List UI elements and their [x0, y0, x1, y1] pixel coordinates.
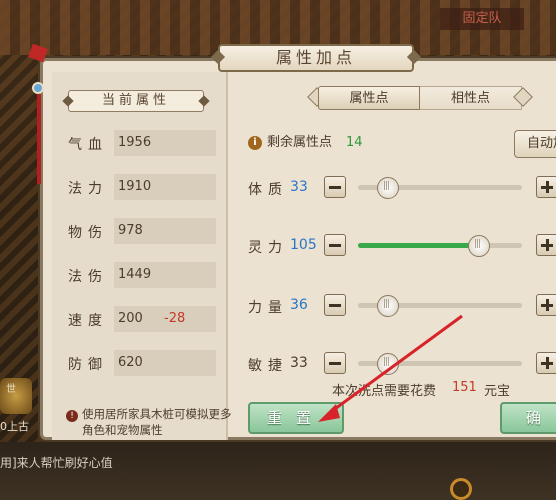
stat-row: 速度 200 -28 — [68, 306, 220, 332]
plus-button[interactable] — [536, 294, 556, 316]
hint-text: 使用居所家具木桩可模拟更多角色和宠物属性 — [82, 407, 232, 437]
attribute-value: 33 — [290, 179, 308, 195]
attribute-label: 灵力 — [248, 240, 288, 256]
attribute-slider[interactable] — [358, 235, 522, 257]
left-avatar-label: 世 — [6, 384, 16, 395]
attribute-row: 力量 36 — [248, 294, 556, 318]
slider-fill — [358, 243, 479, 248]
stat-row: 法伤 1449 — [68, 262, 220, 288]
stat-label: 法伤 — [68, 269, 108, 285]
current-attributes-column — [52, 72, 228, 440]
attribute-slider[interactable] — [358, 353, 522, 375]
stat-value: 1449 — [114, 262, 216, 288]
attribute-row: 灵力 105 — [248, 234, 556, 258]
attribute-value: 36 — [290, 297, 308, 313]
minus-button[interactable] — [324, 294, 346, 316]
left-avatar-icon[interactable] — [0, 378, 32, 414]
info-icon[interactable]: i — [248, 136, 262, 150]
slider-thumb[interactable] — [377, 177, 399, 199]
attribute-slider[interactable] — [358, 177, 522, 199]
cost-value: 151 — [452, 380, 477, 395]
warning-icon: ! — [66, 410, 78, 422]
attribute-label: 体质 — [248, 182, 288, 198]
stat-row: 气血 1956 — [68, 130, 220, 156]
stat-label: 防御 — [68, 357, 108, 373]
reset-button[interactable]: 重置 — [248, 402, 344, 434]
auto-assign-button[interactable]: 自动加 — [514, 130, 556, 158]
remaining-points-label: 剩余属性点 — [267, 135, 333, 150]
attribute-slider[interactable] — [358, 295, 522, 317]
cost-unit: 元宝 — [484, 384, 511, 399]
confirm-button[interactable]: 确 — [500, 402, 556, 434]
minus-button[interactable] — [324, 352, 346, 374]
attribute-label: 敏捷 — [248, 358, 288, 374]
chat-message: 用]来人帮忙刷好心值 — [0, 456, 113, 470]
attribute-row: 敏捷 33 — [248, 352, 556, 376]
stat-value: 620 — [114, 350, 216, 376]
stat-label: 气血 — [68, 137, 108, 153]
stat-row: 防御 620 — [68, 350, 220, 376]
team-label[interactable]: 固定队 — [440, 8, 524, 30]
plus-button[interactable] — [536, 234, 556, 256]
left-side-text: 0上古 — [0, 420, 29, 433]
plus-button[interactable] — [536, 352, 556, 374]
attribute-label: 力量 — [248, 300, 288, 316]
minus-button[interactable] — [324, 234, 346, 256]
stat-row: 法力 1910 — [68, 174, 220, 200]
attribute-row: 体质 33 — [248, 176, 556, 200]
stat-delta: -28 — [164, 311, 186, 326]
stat-value: 1910 — [114, 174, 216, 200]
slider-thumb[interactable] — [377, 295, 399, 317]
cost-label: 本次洗点需要花费 — [332, 384, 437, 399]
stat-value: 1956 — [114, 130, 216, 156]
minus-button[interactable] — [324, 176, 346, 198]
stat-label: 速度 — [68, 313, 108, 329]
slider-thumb[interactable] — [377, 353, 399, 375]
slider-thumb[interactable] — [468, 235, 490, 257]
tab-affinity-points[interactable]: 相性点 — [420, 86, 522, 110]
bottom-ring-button[interactable] — [450, 478, 472, 500]
remaining-points-value: 14 — [346, 135, 363, 150]
attribute-value: 33 — [290, 355, 308, 371]
panel-title: 属性加点 — [218, 44, 414, 72]
stat-row: 物伤 978 — [68, 218, 220, 244]
attribute-value: 105 — [290, 237, 317, 253]
plus-button[interactable] — [536, 176, 556, 198]
tab-bar: 属性点 相性点 — [307, 86, 533, 110]
tassel-ornament-icon — [28, 43, 48, 184]
stat-label: 法力 — [68, 181, 108, 197]
stat-value: 978 — [114, 218, 216, 244]
chat-bar — [0, 442, 556, 500]
stat-label: 物伤 — [68, 225, 108, 241]
current-attributes-header: 当前属性 — [68, 90, 204, 112]
tab-attribute-points[interactable]: 属性点 — [318, 86, 420, 110]
